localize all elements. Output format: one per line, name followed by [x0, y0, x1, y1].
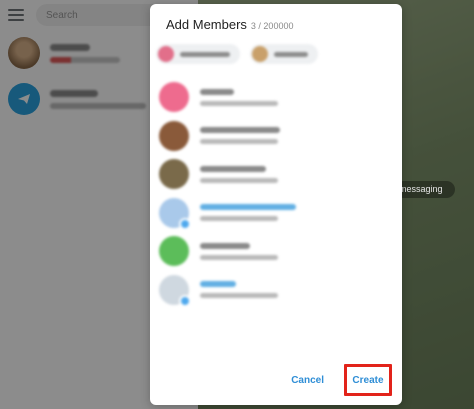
member-row[interactable] — [150, 117, 402, 156]
avatar — [252, 46, 268, 62]
selected-members-chips — [150, 38, 402, 72]
avatar — [158, 46, 174, 62]
avatar — [159, 159, 189, 190]
add-members-dialog: Add Members 3 / 200000 Cancel Create — [150, 4, 402, 405]
chip-name-redacted — [180, 51, 230, 57]
avatar — [159, 197, 191, 230]
member-info-redacted — [200, 127, 280, 145]
chip-name-redacted — [274, 51, 308, 57]
member-info-redacted — [200, 88, 278, 106]
selected-check-icon — [179, 294, 191, 307]
member-info-redacted — [200, 242, 278, 260]
avatar — [159, 120, 189, 151]
member-info-redacted — [200, 281, 278, 299]
avatar — [159, 236, 189, 267]
dialog-title: Add Members — [166, 17, 247, 32]
member-row[interactable] — [150, 232, 402, 271]
member-row[interactable] — [150, 194, 402, 233]
selected-check-icon — [179, 217, 191, 230]
selected-member-chip[interactable] — [156, 44, 240, 64]
member-row[interactable] — [150, 271, 402, 310]
create-button[interactable]: Create — [344, 364, 392, 396]
dialog-header: Add Members 3 / 200000 — [150, 4, 402, 38]
cancel-button[interactable]: Cancel — [291, 375, 324, 386]
avatar — [159, 274, 191, 307]
avatar — [159, 82, 189, 113]
member-row[interactable] — [150, 155, 402, 194]
member-list — [150, 78, 402, 309]
member-row[interactable] — [150, 78, 402, 117]
selected-member-chip[interactable] — [250, 44, 318, 64]
member-counter: 3 / 200000 — [250, 21, 294, 31]
member-info-redacted — [200, 204, 296, 222]
member-info-redacted — [200, 165, 278, 183]
dialog-footer: Cancel Create — [150, 355, 402, 405]
messaging-pill: messaging — [395, 181, 455, 198]
